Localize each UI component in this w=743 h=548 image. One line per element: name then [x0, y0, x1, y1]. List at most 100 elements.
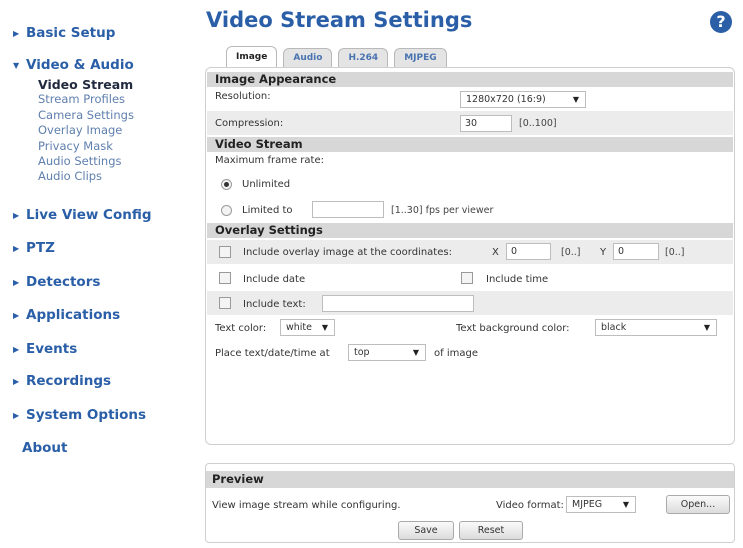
sidebar-item-label: Basic Setup: [26, 25, 116, 41]
sidebar-item-applications[interactable]: ▶ Applications: [13, 307, 120, 323]
sidebar-item-label: Events: [26, 341, 78, 357]
chevron-right-icon: ▶: [13, 243, 20, 253]
overlay-y-input[interactable]: 0: [613, 243, 659, 260]
include-date-checkbox[interactable]: [219, 272, 231, 284]
overlay-x-hint: [0..]: [561, 247, 581, 258]
video-format-value: MJPEG: [572, 499, 603, 510]
sidebar-submenu: Video Stream Stream Profiles Camera Sett…: [38, 77, 134, 185]
tab-bar: Image Audio H.264 MJPEG: [226, 46, 447, 67]
sidebar-item-label: System Options: [26, 407, 147, 423]
sidebar-item-live-view-config[interactable]: ▶ Live View Config: [13, 207, 152, 223]
section-header-preview: Preview: [206, 471, 734, 488]
text-color-label: Text color:: [215, 323, 267, 334]
sidebar-item-label: Video & Audio: [26, 57, 134, 73]
overlay-x-label: X: [492, 247, 499, 258]
include-date-label: Include date: [243, 274, 306, 285]
chevron-down-icon: ▼: [321, 323, 328, 332]
main-content: Video Stream Settings ? Image Audio H.26…: [198, 0, 743, 548]
limited-label: Limited to: [242, 205, 293, 216]
section-header-video-stream: Video Stream: [207, 137, 733, 152]
include-text-input[interactable]: [322, 295, 474, 312]
chevron-right-icon: ▶: [13, 376, 20, 386]
include-overlay-checkbox[interactable]: [219, 246, 231, 258]
include-text-label: Include text:: [243, 299, 306, 310]
text-bg-color-label: Text background color:: [456, 323, 570, 334]
save-button[interactable]: Save: [398, 521, 454, 540]
place-text-label: Place text/date/time at: [215, 348, 330, 359]
chevron-down-icon: ▼: [572, 95, 579, 104]
tab-mjpeg[interactable]: MJPEG: [394, 48, 447, 67]
sidebar-item-about[interactable]: About: [22, 440, 67, 456]
include-time-checkbox[interactable]: [461, 272, 473, 284]
compression-hint: [0..100]: [519, 118, 557, 129]
open-preview-button[interactable]: Open...: [666, 495, 730, 514]
text-bg-color-select[interactable]: black ▼: [595, 319, 717, 336]
section-header-overlay-settings: Overlay Settings: [207, 223, 733, 238]
chevron-right-icon: ▶: [13, 310, 20, 320]
tab-image[interactable]: Image: [226, 46, 278, 67]
sidebar-item-label: Recordings: [26, 373, 112, 389]
overlay-y-hint: [0..]: [665, 247, 685, 258]
video-format-label: Video format:: [496, 500, 564, 511]
sidebar-item-label: PTZ: [26, 240, 55, 256]
text-color-select[interactable]: white ▼: [280, 319, 335, 336]
sidebar-subitem-overlay-image[interactable]: Overlay Image: [38, 123, 134, 138]
sidebar-item-label: Applications: [26, 307, 121, 323]
sidebar-item-ptz[interactable]: ▶ PTZ: [13, 240, 55, 256]
limited-fps-input[interactable]: [312, 201, 384, 218]
include-text-checkbox[interactable]: [219, 297, 231, 309]
place-text-suffix: of image: [434, 348, 478, 359]
text-bg-color-value: black: [601, 322, 627, 333]
preview-description: View image stream while configuring.: [212, 500, 401, 511]
chevron-right-icon: ▶: [13, 210, 20, 220]
section-header-image-appearance: Image Appearance: [207, 72, 733, 87]
sidebar-subitem-privacy-mask[interactable]: Privacy Mask: [38, 139, 134, 154]
sidebar-item-events[interactable]: ▶ Events: [13, 341, 77, 357]
chevron-down-icon: ▼: [622, 500, 629, 509]
chevron-right-icon: ▶: [13, 277, 20, 287]
reset-button[interactable]: Reset: [459, 521, 523, 540]
overlay-y-label: Y: [600, 247, 607, 258]
video-format-select[interactable]: MJPEG ▼: [566, 496, 636, 513]
sidebar-subitem-video-stream[interactable]: Video Stream: [38, 77, 134, 92]
help-icon[interactable]: ?: [710, 11, 732, 33]
sidebar-subitem-audio-settings[interactable]: Audio Settings: [38, 154, 134, 169]
unlimited-radio[interactable]: [221, 179, 232, 190]
preview-panel: Preview View image stream while configur…: [205, 463, 735, 543]
place-text-select[interactable]: top ▼: [348, 344, 426, 361]
include-overlay-label: Include overlay image at the coordinates…: [243, 247, 452, 258]
chevron-down-icon: ▼: [412, 348, 419, 357]
chevron-right-icon: ▶: [13, 28, 20, 38]
chevron-right-icon: ▶: [13, 410, 20, 420]
sidebar-item-recordings[interactable]: ▶ Recordings: [13, 373, 111, 389]
sidebar-item-detectors[interactable]: ▶ Detectors: [13, 274, 100, 290]
include-time-label: Include time: [486, 274, 549, 285]
tab-h264[interactable]: H.264: [338, 48, 389, 67]
resolution-label: Resolution:: [215, 91, 271, 102]
overlay-x-input[interactable]: 0: [506, 243, 551, 260]
settings-panel: Image Appearance Resolution: 1280x720 (1…: [205, 67, 735, 445]
tab-audio[interactable]: Audio: [283, 48, 333, 67]
limited-fps-hint: [1..30] fps per viewer: [391, 205, 494, 216]
sidebar-item-label: Live View Config: [26, 207, 152, 223]
compression-input[interactable]: 30: [460, 115, 512, 132]
sidebar-subitem-camera-settings[interactable]: Camera Settings: [38, 108, 134, 123]
page-title: Video Stream Settings: [206, 8, 473, 32]
max-frame-rate-label: Maximum frame rate:: [215, 155, 324, 166]
sidebar-item-system-options[interactable]: ▶ System Options: [13, 407, 146, 423]
sidebar-item-video-audio[interactable]: ▼ Video & Audio: [13, 57, 134, 73]
unlimited-label: Unlimited: [242, 179, 291, 190]
sidebar: ▶ Basic Setup ▼ Video & Audio Video Stre…: [0, 0, 197, 548]
sidebar-item-basic-setup[interactable]: ▶ Basic Setup: [13, 25, 115, 41]
sidebar-subitem-audio-clips[interactable]: Audio Clips: [38, 169, 134, 184]
chevron-right-icon: ▶: [13, 344, 20, 354]
sidebar-item-label: Detectors: [26, 274, 101, 290]
place-text-value: top: [354, 347, 370, 358]
resolution-select[interactable]: 1280x720 (16:9) ▼: [460, 91, 586, 108]
text-color-value: white: [286, 322, 312, 333]
sidebar-item-label: About: [22, 440, 68, 456]
sidebar-subitem-stream-profiles[interactable]: Stream Profiles: [38, 92, 134, 107]
limited-radio[interactable]: [221, 205, 232, 216]
chevron-down-icon: ▼: [703, 323, 710, 332]
resolution-value: 1280x720 (16:9): [466, 94, 546, 105]
